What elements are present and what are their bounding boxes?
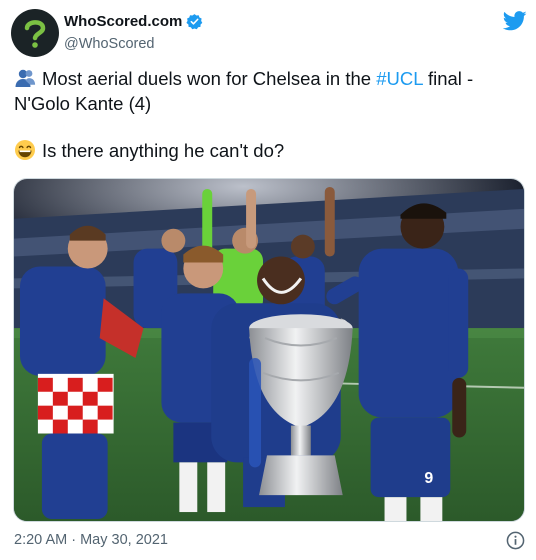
svg-text:9: 9 xyxy=(424,470,433,487)
tweet-line-1-prefix: Most aerial duels won for Chelsea in the xyxy=(42,68,377,89)
question-mark-logo-icon xyxy=(24,20,46,48)
display-name[interactable]: WhoScored.com xyxy=(64,13,182,30)
tweet-line-2: N'Golo Kante (4) xyxy=(14,93,152,114)
avatar[interactable] xyxy=(11,9,59,57)
person-silhouette-emoji xyxy=(15,69,36,87)
tweet-line-3-text: Is there anything he can't do? xyxy=(42,140,285,161)
tweet-card: WhoScored.com @WhoScored Most aerial due… xyxy=(0,0,536,560)
tweet-text: Most aerial duels won for Chelsea in the… xyxy=(14,66,524,163)
trophy-celebration-photo: 9 xyxy=(14,179,524,521)
tweet-line-3: Is there anything he can't do? xyxy=(14,138,524,163)
info-icon[interactable] xyxy=(506,531,525,550)
hashtag-link[interactable]: #UCL xyxy=(376,68,423,89)
author-name-row: WhoScored.com xyxy=(64,13,203,30)
verified-badge-icon xyxy=(186,14,203,30)
tweet-line-1: Most aerial duels won for Chelsea in the… xyxy=(14,66,524,91)
twitter-bird-icon[interactable] xyxy=(503,11,527,31)
tweet-line-1-suffix: final - xyxy=(422,68,474,89)
tweet-timestamp[interactable]: 2:20 AM · May 30, 2021 xyxy=(14,532,168,548)
tweet-photo[interactable]: 9 xyxy=(13,178,525,522)
author-handle[interactable]: @WhoScored xyxy=(64,36,154,52)
grinning-face-emoji xyxy=(15,140,35,160)
